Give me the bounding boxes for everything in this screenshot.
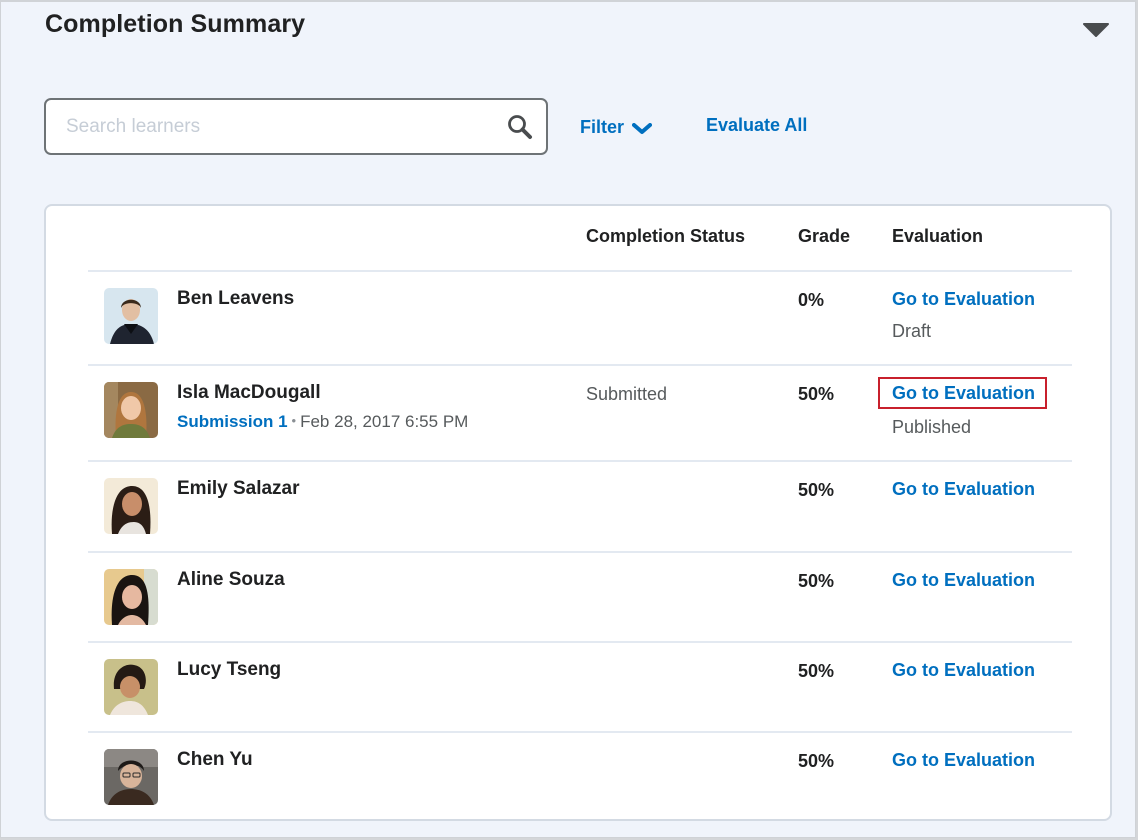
- avatar: [104, 659, 158, 715]
- evaluation-state: Draft: [892, 321, 932, 341]
- avatar: [104, 478, 158, 534]
- separator-dot: •: [291, 413, 297, 428]
- grade-value: 50%: [798, 661, 835, 681]
- go-to-evaluation-link[interactable]: Go to Evaluation: [892, 570, 1035, 591]
- go-to-evaluation-link[interactable]: Go to Evaluation: [892, 750, 1035, 771]
- go-to-evaluation-link[interactable]: Go to Evaluation: [892, 479, 1035, 500]
- column-header-completion-status: Completion Status: [586, 226, 746, 246]
- evaluation-state: Published: [892, 417, 972, 437]
- learner-name: Ben Leavens: [177, 288, 295, 309]
- grade-value: 50%: [798, 480, 835, 500]
- chevron-down-icon: [632, 119, 653, 140]
- filter-button[interactable]: Filter: [580, 115, 653, 140]
- go-to-evaluation-link[interactable]: Go to Evaluation: [892, 289, 1035, 310]
- avatar: [104, 288, 158, 344]
- learner-name: Aline Souza: [177, 569, 285, 590]
- avatar: [104, 749, 158, 805]
- column-header-grade: Grade: [798, 226, 851, 246]
- avatar: [104, 569, 158, 625]
- go-to-evaluation-link[interactable]: Go to Evaluation: [892, 660, 1035, 681]
- caret-down-icon[interactable]: [1083, 22, 1109, 38]
- search-icon[interactable]: [507, 114, 533, 140]
- avatar: [104, 382, 158, 438]
- grade-value: 50%: [798, 571, 835, 591]
- grade-value: 50%: [798, 751, 835, 771]
- learner-name: Chen Yu: [177, 749, 253, 770]
- table-row: Ben Leavens 0% Go to Evaluation Draft: [88, 270, 1072, 364]
- table-row: Emily Salazar 50% Go to Evaluation: [88, 460, 1072, 551]
- submission-info: Submission 1 • Feb 28, 2017 6:55 PM: [177, 412, 468, 432]
- evaluate-all-button[interactable]: Evaluate All: [706, 115, 807, 136]
- column-header-evaluation: Evaluation: [892, 226, 984, 246]
- learners-table: Completion Status Grade Evaluation Ben L…: [44, 204, 1112, 821]
- go-to-evaluation-link[interactable]: Go to Evaluation: [877, 377, 1048, 409]
- section-title: Completion Summary: [45, 10, 306, 38]
- completion-summary-panel: Completion Summary Filter Evaluate All C…: [0, 0, 1136, 838]
- search-input[interactable]: [66, 112, 486, 142]
- learner-name: Emily Salazar: [177, 478, 300, 499]
- table-row: Aline Souza 50% Go to Evaluation: [88, 551, 1072, 641]
- grade-value: 50%: [798, 384, 835, 404]
- learner-name: Lucy Tseng: [177, 659, 282, 680]
- submission-link[interactable]: Submission 1: [177, 412, 288, 431]
- grade-value: 0%: [798, 290, 825, 310]
- table-header: Completion Status Grade Evaluation: [46, 206, 1110, 272]
- submission-date: Feb 28, 2017 6:55 PM: [300, 412, 469, 431]
- completion-status: Submitted: [586, 384, 668, 404]
- learner-name: Isla MacDougall: [177, 382, 321, 403]
- table-row: Isla MacDougall Submission 1 • Feb 28, 201…: [88, 364, 1072, 460]
- table-row: Chen Yu 50% Go to Evaluation: [88, 731, 1072, 819]
- table-row: Lucy Tseng 50% Go to Evaluation: [88, 641, 1072, 731]
- filter-label: Filter: [580, 117, 625, 137]
- search-box: [44, 98, 548, 155]
